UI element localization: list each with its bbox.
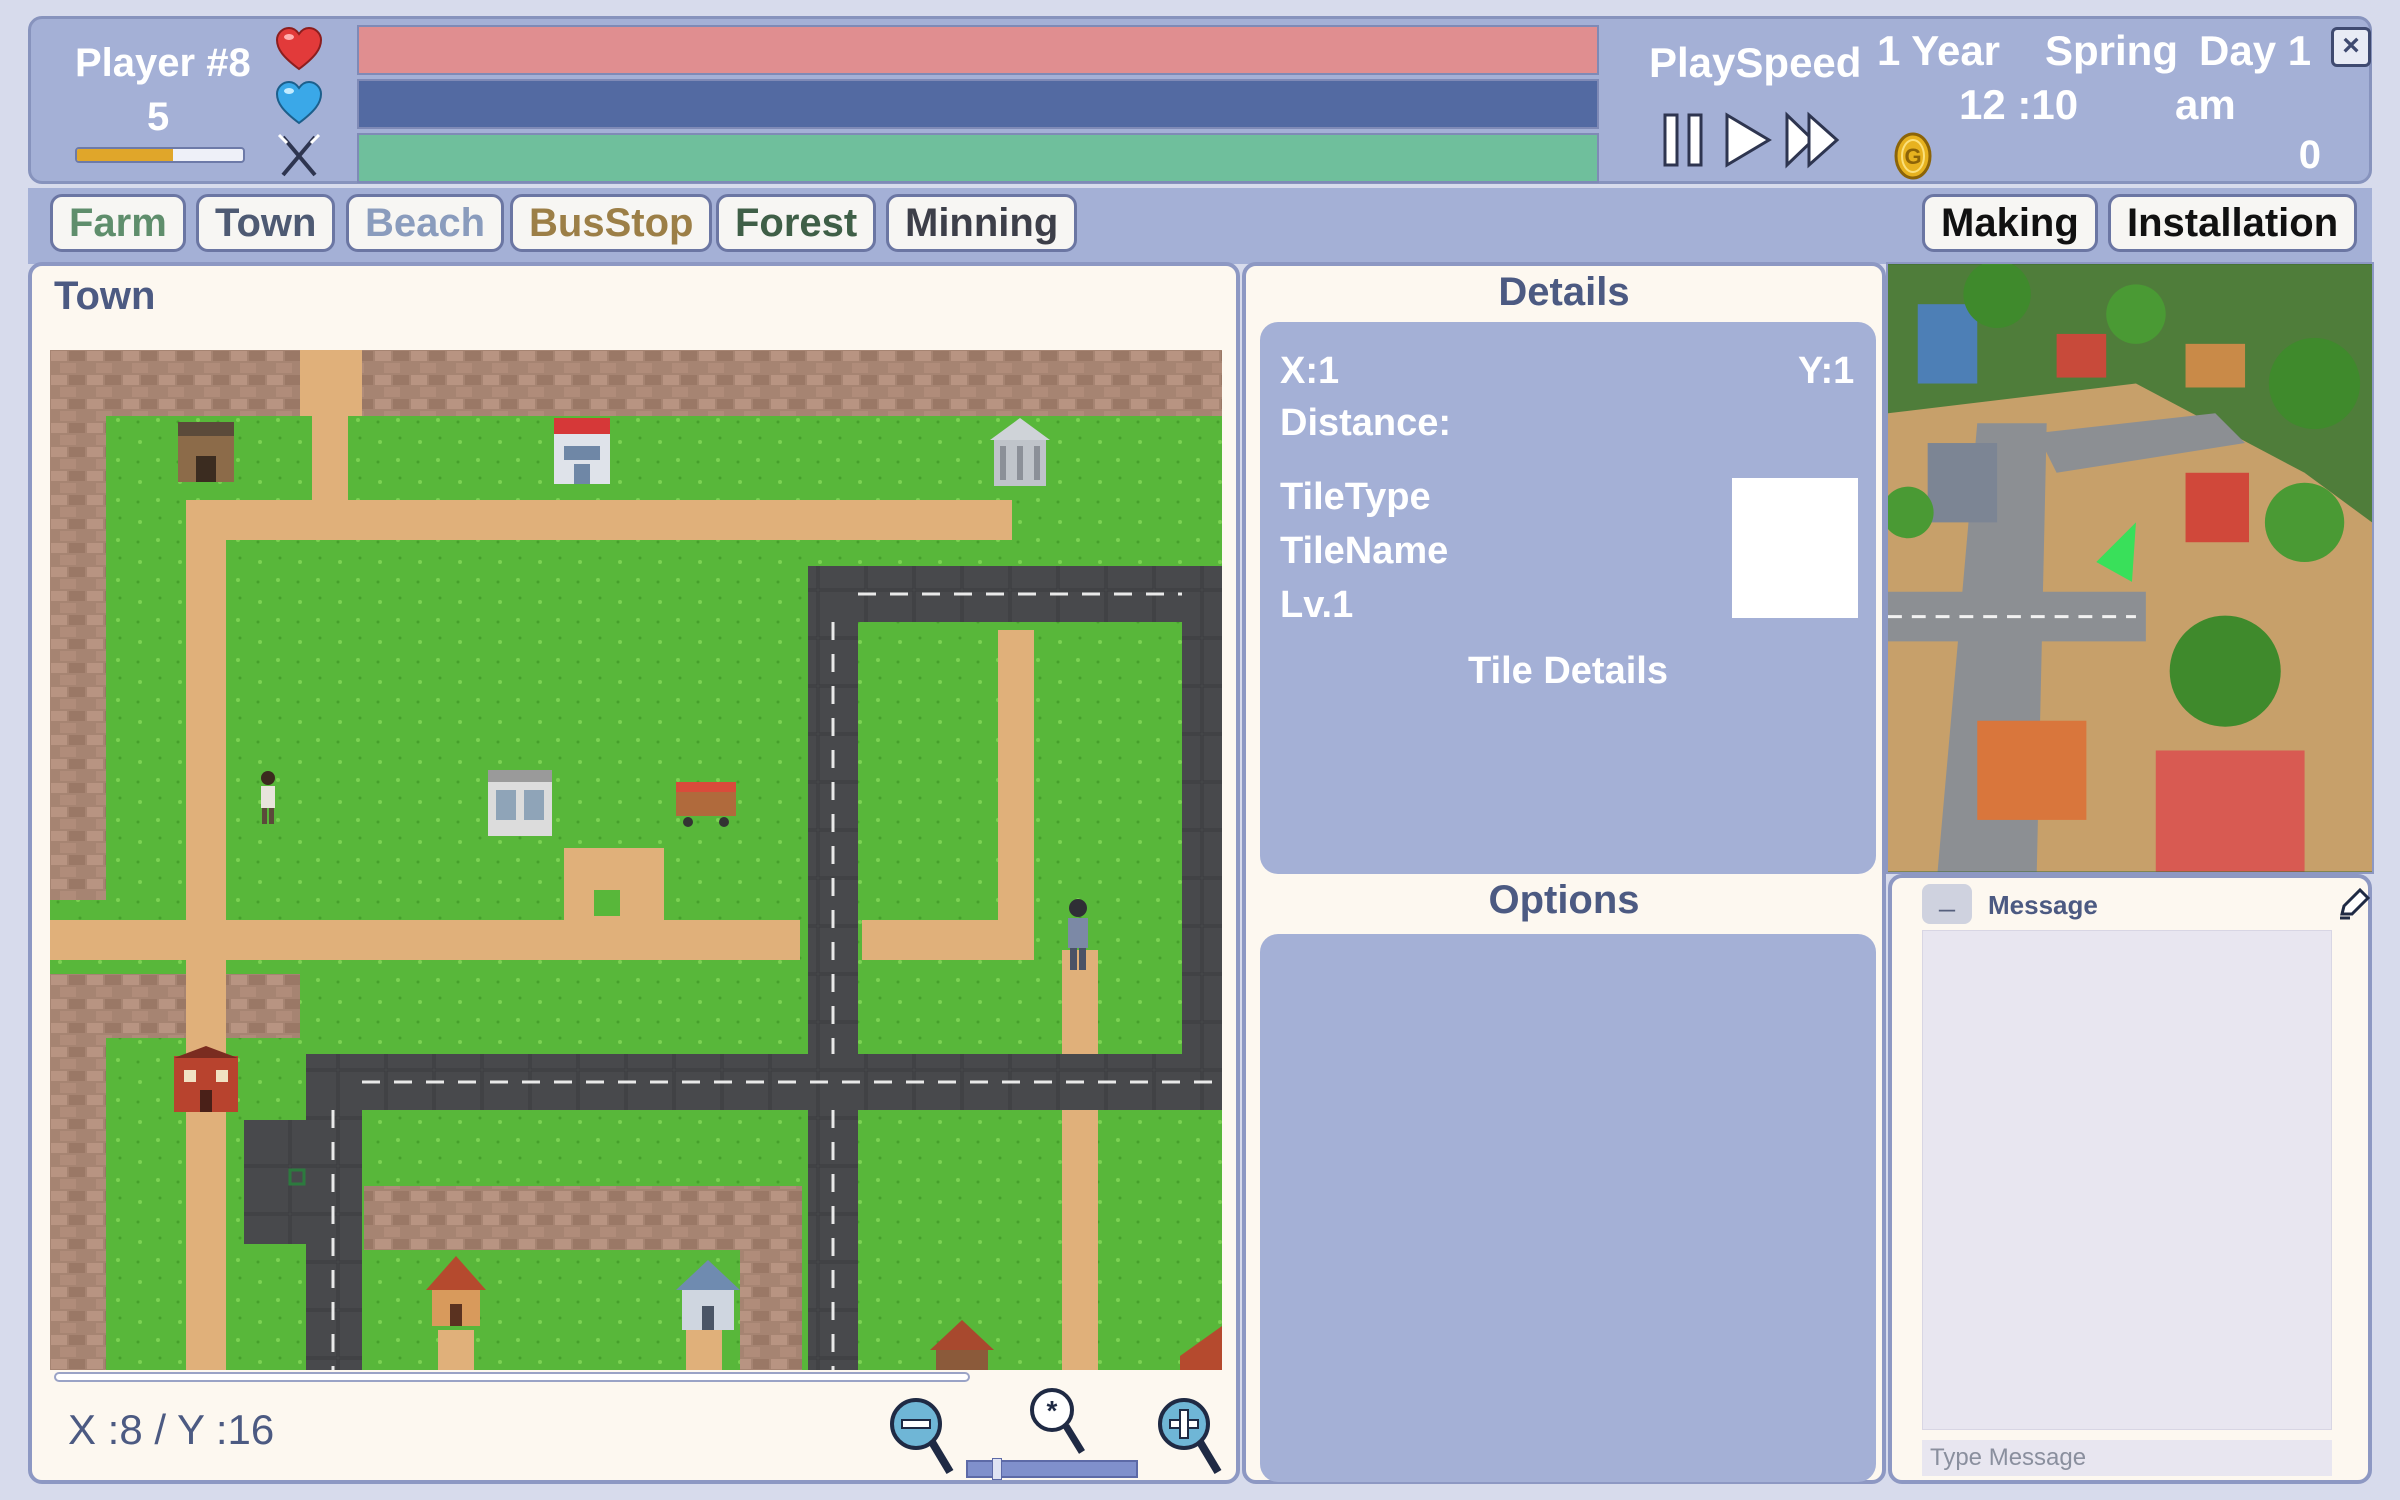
hunger-bar-fill xyxy=(359,135,1597,181)
making-button[interactable]: Making xyxy=(1922,194,2098,252)
minimap-building-red xyxy=(2056,333,2107,378)
location-tab-bar: Farm Town Beach BusStop Forest Minning M… xyxy=(28,188,2372,264)
3d-town-view xyxy=(1886,262,2374,874)
detail-level: Lv.1 xyxy=(1280,584,1354,626)
zoom-reset-icon[interactable]: * xyxy=(1022,1378,1094,1466)
season-display: Spring xyxy=(2045,27,2178,74)
fork-knife-icon xyxy=(277,133,321,177)
tab-minning[interactable]: Minning xyxy=(886,194,1078,252)
detail-tile-type: TileType xyxy=(1280,476,1431,518)
info-panel: Details X:1 Y:1 Distance: TileType TileN… xyxy=(1242,262,1886,1484)
close-button[interactable]: × xyxy=(2331,27,2371,67)
message-log xyxy=(1922,930,2332,1430)
tab-farm[interactable]: Farm xyxy=(50,194,186,252)
minimap-tree xyxy=(2264,482,2345,563)
details-box: X:1 Y:1 Distance: TileType TileName Lv.1… xyxy=(1260,322,1876,874)
player-name: Player #8 xyxy=(75,41,251,85)
mana-heart-icon xyxy=(275,80,323,125)
play-icon[interactable] xyxy=(1719,109,1777,171)
brick-wall-mid-left xyxy=(50,974,300,1038)
time-display: 12 :10 xyxy=(1959,81,2079,128)
minimap-building-blue xyxy=(1917,304,1978,384)
message-label: Message xyxy=(1988,890,2098,920)
detail-tile-name: TileName xyxy=(1280,530,1449,572)
pen-icon[interactable] xyxy=(2336,886,2372,922)
minimap-tree xyxy=(1963,264,2031,328)
town-map[interactable] xyxy=(50,350,1222,1370)
building-general-store[interactable] xyxy=(178,422,234,482)
minimap-tree xyxy=(2268,337,2361,430)
map-horizontal-scrollbar[interactable] xyxy=(54,1372,970,1382)
minimap-tree xyxy=(2106,284,2166,344)
tile-details-button[interactable]: Tile Details xyxy=(1260,650,1876,693)
heart-icon xyxy=(275,26,323,71)
zoom-in-icon[interactable] xyxy=(1154,1392,1226,1480)
minimap-building-gray xyxy=(1927,443,1998,523)
fast-forward-icon[interactable] xyxy=(1783,109,1841,171)
building-hospital[interactable] xyxy=(554,418,610,484)
message-input[interactable] xyxy=(1922,1440,2332,1476)
detail-distance: Distance: xyxy=(1280,402,1452,444)
installation-button[interactable]: Installation xyxy=(2108,194,2358,252)
zoom-slider[interactable] xyxy=(966,1458,1138,1480)
health-bar xyxy=(357,25,1599,75)
year-display: 1 Year xyxy=(1877,27,2001,74)
brick-wall-bottom-right xyxy=(740,1186,802,1370)
minimize-button[interactable]: _ xyxy=(1922,883,1972,924)
mana-bar xyxy=(357,79,1599,129)
details-heading: Details xyxy=(1498,270,1630,314)
tab-town[interactable]: Town xyxy=(196,194,336,252)
day-display: Day 1 xyxy=(2199,27,2312,74)
minimap-building-orange xyxy=(1977,720,2087,820)
tab-forest[interactable]: Forest xyxy=(716,194,877,252)
brick-wall-bottom xyxy=(364,1186,802,1250)
options-heading: Options xyxy=(1488,878,1640,922)
tile-preview xyxy=(1732,478,1858,618)
experience-bar xyxy=(75,147,245,163)
top-status-bar: Player #8 5 PlaySpeed 1 Year Spring Day … xyxy=(28,16,2372,184)
minimap-building-redshop xyxy=(2185,472,2250,543)
health-bar-fill xyxy=(359,27,1597,73)
grass-patch xyxy=(594,890,620,916)
player-level: 5 xyxy=(147,95,170,139)
cursor-coordinates: X :8 / Y :16 xyxy=(68,1406,275,1453)
hunger-bar xyxy=(357,133,1599,183)
building-school[interactable] xyxy=(174,1046,238,1112)
minimap-building-tan xyxy=(2185,343,2246,388)
play-speed-label: PlaySpeed xyxy=(1649,39,1862,86)
gold-amount: 0 xyxy=(2298,133,2321,177)
detail-x: X:1 xyxy=(1280,350,1340,392)
ampm-display: am xyxy=(2175,81,2236,128)
brick-wall-top xyxy=(50,350,1222,416)
map-title: Town xyxy=(54,274,156,318)
zoom-out-icon[interactable] xyxy=(886,1392,958,1480)
zoom-slider-handle[interactable] xyxy=(991,1458,1002,1480)
minimap-building-roof xyxy=(2155,750,2305,872)
minimap-tree xyxy=(2169,615,2281,727)
tab-beach[interactable]: Beach xyxy=(346,194,505,252)
mana-bar-fill xyxy=(359,81,1597,127)
experience-bar-fill xyxy=(77,149,174,161)
building-store[interactable] xyxy=(488,770,552,836)
options-box xyxy=(1260,934,1876,1482)
svg-text:*: * xyxy=(1047,1395,1058,1426)
pause-icon[interactable] xyxy=(1655,109,1713,171)
tab-busstop[interactable]: BusStop xyxy=(510,194,713,252)
brick-wall-left xyxy=(50,350,106,900)
gold-coin-icon: G xyxy=(1894,132,1932,180)
svg-text:G: G xyxy=(1904,144,1921,169)
map-panel: Town X:8 / Y:16 * xyxy=(28,262,1240,1484)
message-panel: _ Message xyxy=(1888,874,2372,1484)
detail-y: Y:1 xyxy=(1798,350,1855,392)
